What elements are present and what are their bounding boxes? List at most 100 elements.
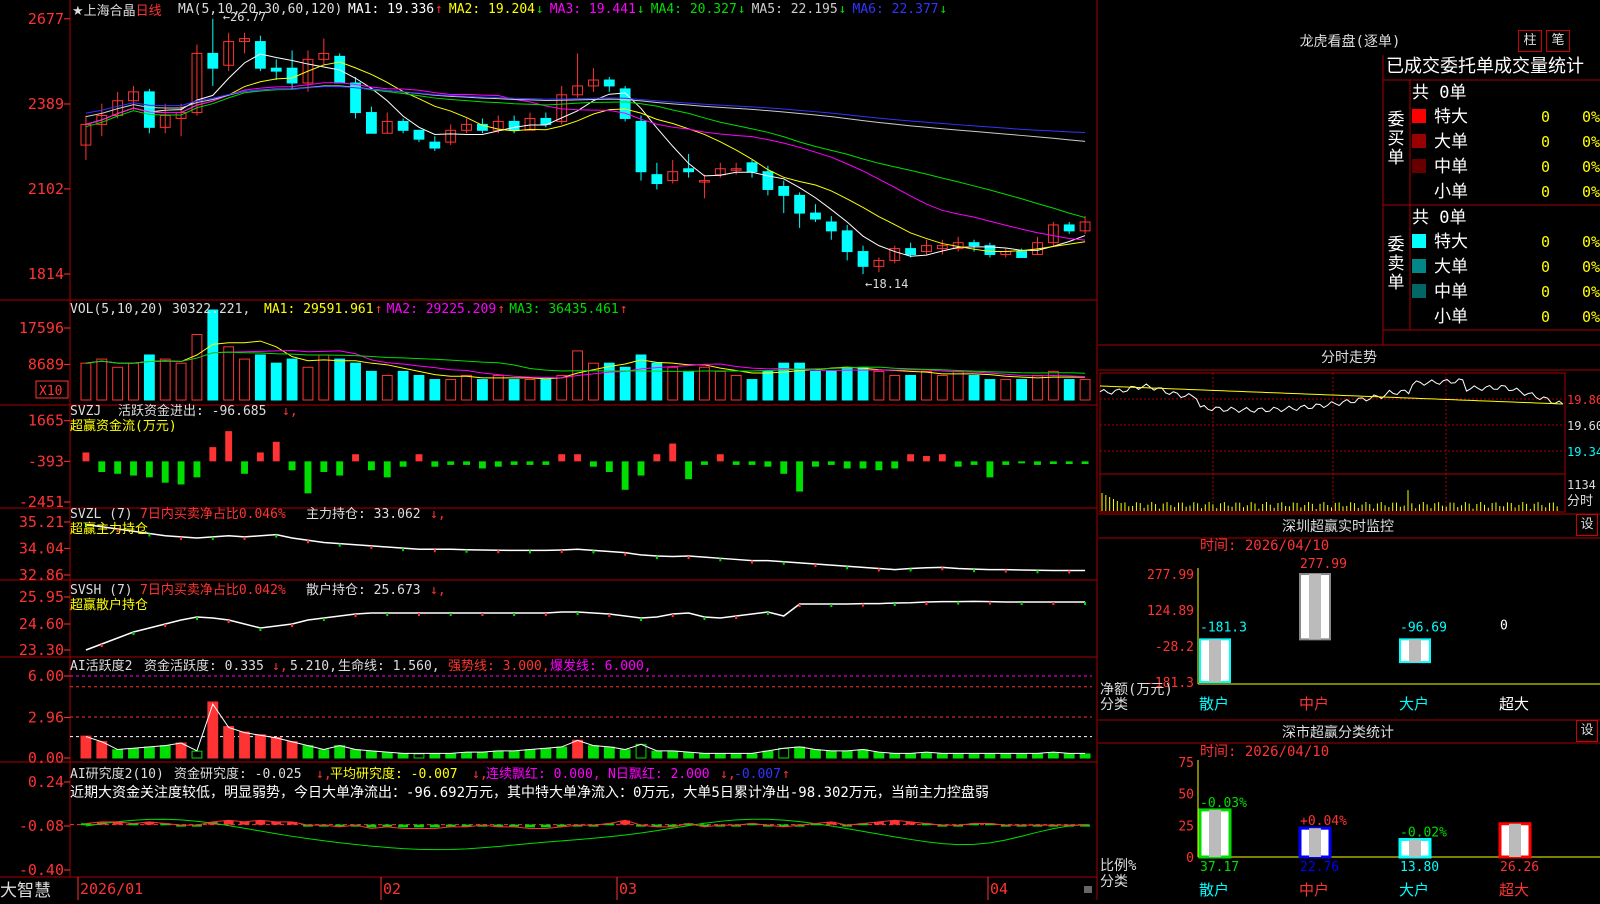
- holding-tick: [1036, 570, 1039, 574]
- retail-tick: [703, 617, 706, 620]
- ai2-label: AI研究度2(10): [70, 766, 164, 782]
- fund-flow-bar: [145, 461, 153, 478]
- holding-tick: [306, 540, 309, 544]
- buy-side-label: 委: [1388, 110, 1405, 130]
- activity-bar: [603, 746, 615, 759]
- ma-value-label: MA5: 22.195: [752, 2, 838, 17]
- activity-bar: [651, 750, 663, 759]
- fund-flow-bar: [653, 454, 661, 462]
- fund-flow-bar: [605, 461, 613, 473]
- svzj-axis-tick: -2451: [19, 493, 64, 511]
- volume-bar: [318, 354, 330, 401]
- volume-bar: [461, 374, 472, 401]
- moving-average-line: [85, 61, 1086, 253]
- activity-bar: [397, 753, 409, 759]
- fund-flow-bar: [494, 461, 502, 467]
- fund-flow-bar: [923, 456, 930, 462]
- activity-bar: [223, 726, 235, 759]
- fund-flow-bar: [938, 454, 946, 462]
- ma-arrow: ↓: [738, 2, 746, 17]
- holding-tick: [909, 568, 912, 572]
- volume-bar: [952, 370, 964, 401]
- monitor-time: 时间: 2026/04/10: [1200, 538, 1329, 554]
- svsh-axis-tick: 23.30: [19, 641, 64, 659]
- stock-name[interactable]: 上海合晶: [84, 4, 136, 19]
- volume-bar: [889, 374, 901, 401]
- monitor-category: 中户: [1299, 695, 1329, 713]
- volume-bar: [445, 379, 457, 401]
- volume-bar: [413, 374, 425, 401]
- activity-bar: [445, 753, 457, 759]
- activity-bar: [952, 753, 964, 759]
- research-trend-line: [85, 818, 1086, 851]
- buy-side-label: 买: [1388, 129, 1405, 149]
- main-header: ★上海合晶日线: [72, 0, 162, 19]
- candle: [794, 194, 806, 214]
- activity-bar: [714, 753, 726, 759]
- activity-bar: [254, 734, 266, 759]
- buy-row-name: 中单: [1434, 157, 1468, 177]
- retail-tick: [1020, 602, 1023, 605]
- svzl-arrow: ↓,: [430, 507, 446, 522]
- classify-axis-tick: 75: [1178, 756, 1194, 771]
- retail-tick: [259, 628, 262, 631]
- ai1-v2: 5.210,: [290, 659, 337, 674]
- volume-bar: [905, 374, 917, 401]
- volume-bar: [191, 334, 203, 401]
- research-bar: [398, 824, 409, 828]
- volume-axis-tick: 8689: [28, 355, 64, 373]
- volume-ma-arrow: ↑: [375, 302, 383, 317]
- candle: [762, 171, 774, 190]
- fund-flow-bar: [574, 454, 582, 462]
- volume-bar: [699, 366, 710, 401]
- activity-bar: [730, 753, 742, 759]
- volume-bar: [254, 354, 266, 401]
- classify-title: 深市超赢分类统计: [1282, 724, 1394, 741]
- sell-color-swatch: [1412, 259, 1426, 273]
- monitor-settings-button[interactable]: 设: [1576, 514, 1598, 536]
- buy-row-pct: 0%: [1582, 158, 1600, 176]
- favorite-star-icon[interactable]: ★: [72, 4, 84, 19]
- activity-bar: [683, 752, 695, 759]
- svzl-holding: 主力持仓: 33.062: [306, 507, 421, 522]
- activity-bar: [1047, 752, 1059, 759]
- volume-bar: [1063, 379, 1075, 401]
- ma-arrow: ↓: [939, 2, 947, 17]
- classify-value-label: 22.76: [1300, 860, 1339, 875]
- monitor-axis-tick: 277.99: [1147, 568, 1194, 583]
- ma-arrow: ↓: [839, 2, 847, 17]
- holding-tick: [1068, 570, 1071, 574]
- volume-bar: [286, 358, 298, 401]
- activity-bar: [921, 752, 932, 759]
- volume-bar: [540, 379, 552, 401]
- classify-settings-button[interactable]: 设: [1576, 720, 1598, 742]
- period-label[interactable]: 日线: [136, 4, 162, 19]
- activity-bar: [112, 749, 124, 759]
- fund-flow-bar: [82, 452, 90, 462]
- column-view-button[interactable]: 柱: [1518, 30, 1542, 52]
- candle: [810, 212, 821, 220]
- chart-canvas[interactable]: 2677238921021814←26.77←18.14MA(5,10,20,3…: [0, 0, 1600, 901]
- candle: [778, 185, 790, 196]
- sell-row-pct: 0%: [1582, 283, 1600, 301]
- buy-row-value: 0: [1541, 108, 1550, 126]
- classify-value-label: 26.26: [1500, 860, 1539, 875]
- fund-flow-bar: [431, 461, 439, 467]
- volume-bar: [365, 370, 377, 401]
- fund-flow-bar: [304, 461, 312, 494]
- volume-bar: [429, 379, 441, 401]
- volume-bar: [175, 362, 187, 401]
- price-axis-tick: 2389: [28, 95, 64, 113]
- sell-row-pct: 0%: [1582, 233, 1600, 251]
- ai2-nred: N日飘红: 2.000: [608, 766, 710, 782]
- volume-bar: [96, 358, 108, 401]
- activity-bar: [492, 750, 504, 759]
- stroke-view-button[interactable]: 笔: [1546, 30, 1570, 52]
- intraday-unit: 分时: [1567, 494, 1593, 509]
- candle: [968, 242, 980, 247]
- retail-tick: [164, 624, 167, 627]
- volume-bar: [746, 379, 758, 401]
- ai2-axis-tick: 0.24: [28, 773, 64, 791]
- retail-tick: [1052, 602, 1055, 605]
- classify-category: 散户: [1199, 881, 1229, 899]
